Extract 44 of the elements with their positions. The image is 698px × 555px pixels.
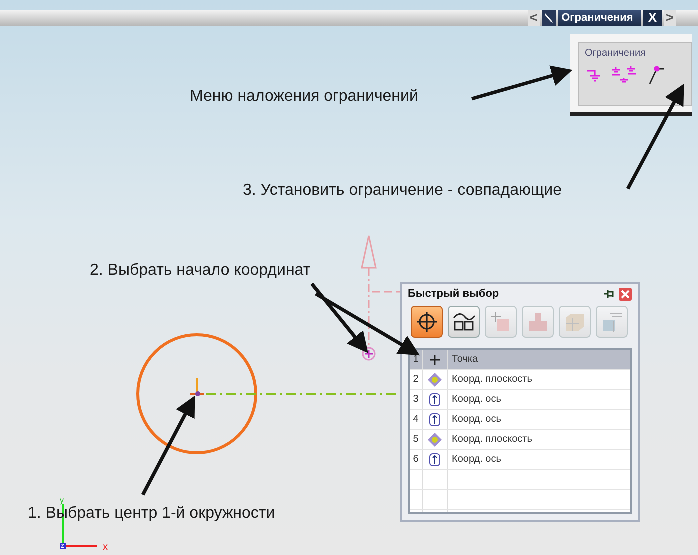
row-label: Коорд. плоскость xyxy=(451,373,534,387)
row-number: 2 xyxy=(410,370,423,389)
annotation-text: Меню наложения ограничений xyxy=(190,88,418,106)
next-button[interactable]: > xyxy=(664,10,676,26)
pin-icon[interactable] xyxy=(604,289,616,299)
plus-icon xyxy=(430,354,440,364)
curve-icon[interactable] xyxy=(448,306,480,338)
ground-icon[interactable] xyxy=(585,68,601,82)
point-line-icon[interactable] xyxy=(647,65,665,85)
axis-icon xyxy=(429,392,441,406)
group-title: Ограничения xyxy=(585,48,647,59)
plane-icon xyxy=(428,372,442,386)
panel-title: Быстрый выбор xyxy=(408,288,500,300)
row-number: 5 xyxy=(410,430,423,449)
row-label: Коорд. плоскость xyxy=(451,433,534,447)
pencil-icon xyxy=(542,10,556,26)
grounds-icon[interactable] xyxy=(611,66,637,84)
row-label: Коорд. ось xyxy=(451,393,502,407)
close-icon[interactable] xyxy=(619,288,632,300)
row-label: Точка xyxy=(451,353,480,367)
row-label: Коорд. ось xyxy=(451,453,502,467)
list-row[interactable]: 1 Точка xyxy=(410,350,630,370)
center-point-icon xyxy=(190,378,204,396)
plane-icon xyxy=(428,432,442,446)
row-number: 1 xyxy=(410,350,423,369)
list-row[interactable]: 4 Коорд. ось xyxy=(410,410,630,430)
panel-tab[interactable]: Ограничения xyxy=(558,10,642,26)
axis-icon xyxy=(429,412,441,426)
list-row[interactable]: 6 Коорд. ось xyxy=(410,450,630,470)
list-row[interactable]: 2 Коорд. плоскость xyxy=(410,370,630,390)
crosshair-icon[interactable] xyxy=(411,306,443,338)
row-number: 6 xyxy=(410,450,423,469)
row-number: 4 xyxy=(410,410,423,429)
annotation-text: 2. Выбрать начало координат xyxy=(90,262,311,280)
row-number: 3 xyxy=(410,390,423,409)
axis-label: x xyxy=(103,542,108,553)
close-button[interactable]: X xyxy=(643,10,662,26)
annotation-text: 3. Установить ограничение - совпадающие xyxy=(243,182,562,200)
prev-button[interactable]: < xyxy=(528,10,540,26)
list-row[interactable]: 5 Коорд. плоскость xyxy=(410,430,630,450)
axis-icon xyxy=(429,452,441,466)
list-row[interactable]: 3 Коорд. ось xyxy=(410,390,630,410)
axis-label: y xyxy=(60,496,64,505)
row-label: Коорд. ось xyxy=(451,413,502,427)
